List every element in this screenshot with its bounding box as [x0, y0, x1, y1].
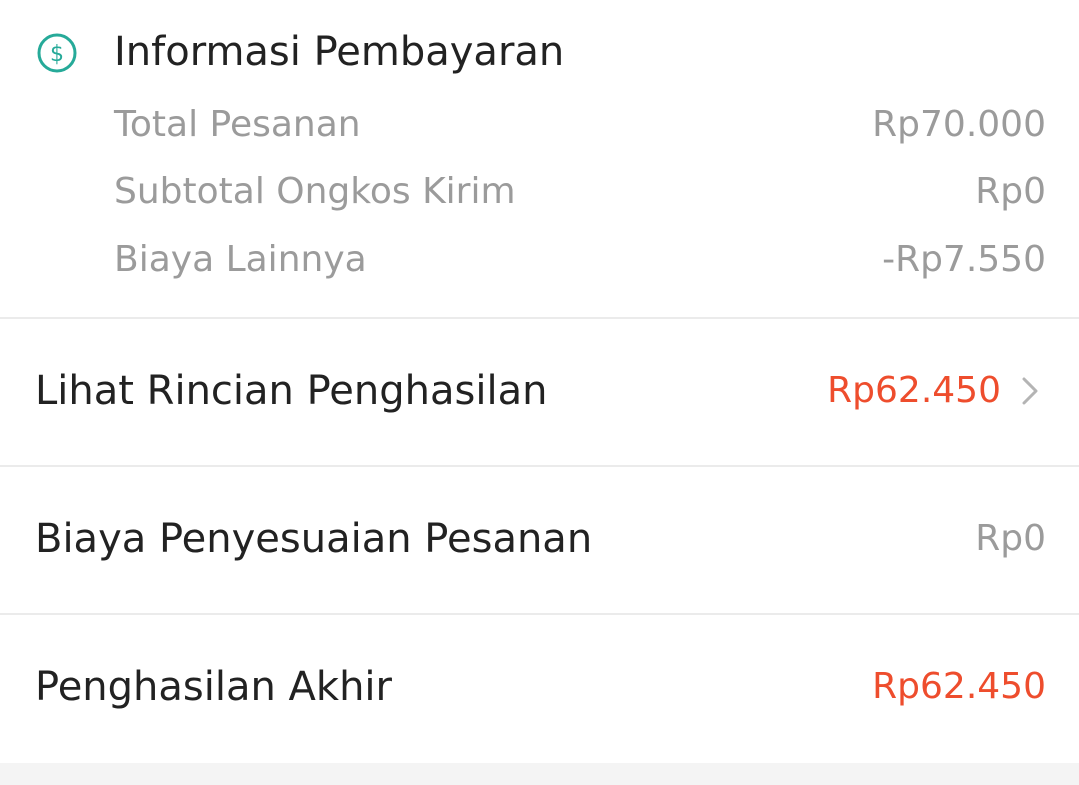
final-income-label: Penghasilan Akhir [35, 664, 392, 710]
shipping-subtotal-label: Subtotal Ongkos Kirim [114, 171, 516, 212]
total-order-row: Total Pesanan Rp70.000 [114, 100, 1046, 150]
svg-text:$: $ [50, 42, 64, 67]
order-payment-screen: $ Informasi Pembayaran Total Pesanan Rp7… [0, 0, 1079, 785]
order-adjustment-value: Rp0 [975, 518, 1046, 559]
final-income-row: Penghasilan Akhir Rp62.450 [0, 615, 1079, 763]
section-spacer [0, 763, 1079, 785]
final-income-value: Rp62.450 [872, 666, 1046, 707]
payment-info-title: Informasi Pembayaran [114, 29, 565, 75]
total-order-label: Total Pesanan [114, 104, 361, 145]
order-adjustment-row: Biaya Penyesuaian Pesanan Rp0 [0, 467, 1079, 613]
payment-info-header: $ Informasi Pembayaran [0, 22, 1079, 82]
other-fees-value: -Rp7.550 [882, 239, 1046, 280]
other-fees-row: Biaya Lainnya -Rp7.550 [114, 235, 1046, 285]
order-adjustment-label: Biaya Penyesuaian Pesanan [35, 516, 593, 562]
income-details-label: Lihat Rincian Penghasilan [35, 368, 548, 414]
income-details-value: Rp62.450 [827, 370, 1001, 411]
total-order-value: Rp70.000 [872, 104, 1046, 145]
shipping-subtotal-row: Subtotal Ongkos Kirim Rp0 [114, 167, 1046, 217]
other-fees-label: Biaya Lainnya [114, 239, 367, 280]
shipping-subtotal-value: Rp0 [975, 171, 1046, 212]
chevron-right-icon[interactable] [1018, 363, 1044, 419]
income-details-row[interactable]: Lihat Rincian Penghasilan Rp62.450 [0, 319, 1079, 465]
payment-info-section: $ Informasi Pembayaran Total Pesanan Rp7… [0, 0, 1079, 317]
dollar-circle-icon: $ [36, 32, 78, 74]
